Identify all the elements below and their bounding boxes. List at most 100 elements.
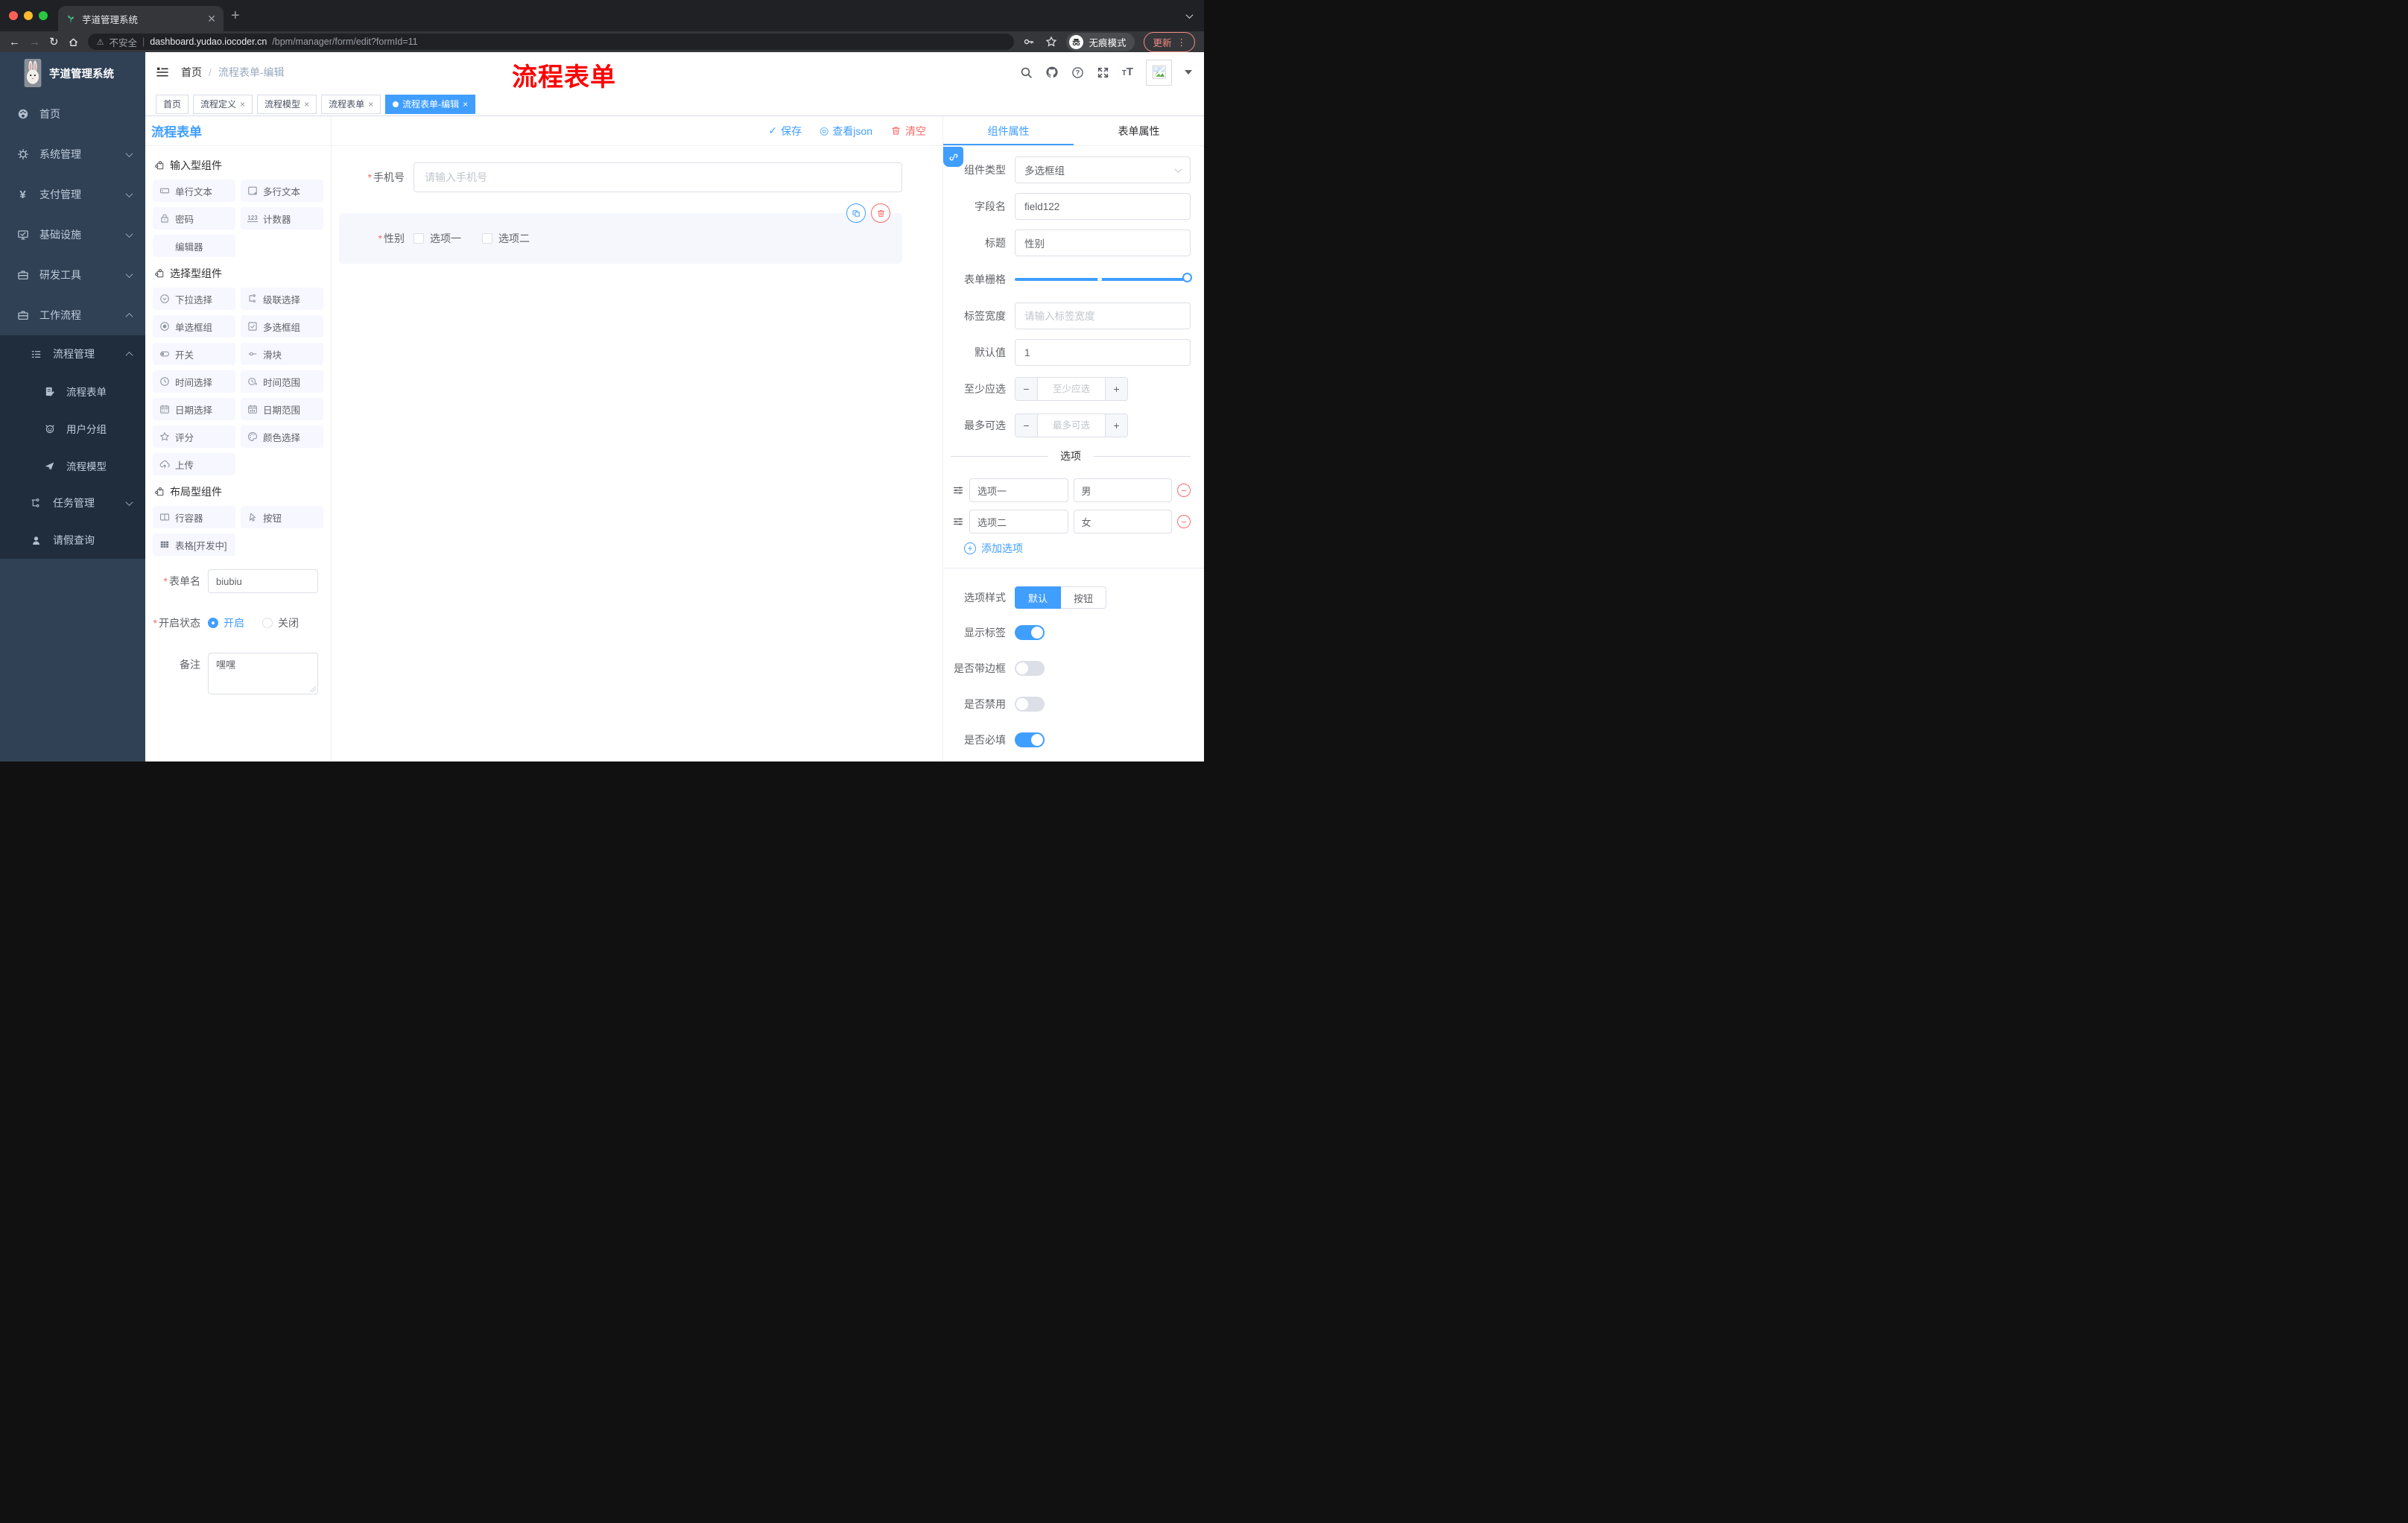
component-item-time-range[interactable]: 时间范围 bbox=[241, 370, 323, 393]
option-value-input[interactable] bbox=[1073, 510, 1172, 533]
show-label-toggle[interactable] bbox=[1015, 625, 1045, 640]
home-icon[interactable] bbox=[68, 37, 79, 48]
tab-component-props[interactable]: 组件属性 bbox=[943, 116, 1074, 146]
status-radio-off[interactable]: 关闭 bbox=[262, 615, 299, 630]
style-default-button[interactable]: 默认 bbox=[1015, 586, 1062, 609]
canvas-field-gender-selected[interactable]: * 性别 选项一 选项二 bbox=[339, 203, 902, 264]
component-item-date-range[interactable]: 日期范围 bbox=[241, 398, 323, 420]
option-name-input[interactable] bbox=[969, 478, 1068, 502]
stepper-plus-button[interactable]: + bbox=[1105, 414, 1127, 437]
component-item-rate[interactable]: 评分 bbox=[153, 425, 235, 448]
copy-field-button[interactable] bbox=[846, 203, 866, 223]
option-name-input[interactable] bbox=[969, 510, 1068, 533]
field-name-input[interactable] bbox=[1015, 193, 1191, 220]
address-bar[interactable]: ⚠ 不安全 | dashboard.yudao.iocoder.cn/bpm/m… bbox=[87, 34, 1015, 50]
bookmark-star-icon[interactable] bbox=[1045, 36, 1057, 48]
save-button[interactable]: ✓ 保存 bbox=[768, 124, 802, 139]
clear-button[interactable]: 清空 bbox=[890, 124, 926, 139]
component-item-checkbox-group[interactable]: 多选框组 bbox=[241, 315, 323, 338]
new-tab-button[interactable]: + bbox=[231, 3, 240, 28]
component-item-select[interactable]: 下拉选择 bbox=[153, 288, 235, 310]
tag-process-form-edit[interactable]: 流程表单-编辑 × bbox=[385, 94, 476, 114]
status-radio-on[interactable]: 开启 bbox=[208, 615, 244, 630]
drag-handle-icon[interactable] bbox=[952, 516, 964, 528]
drag-handle-icon[interactable] bbox=[952, 484, 964, 496]
hamburger-fold-icon[interactable] bbox=[156, 66, 169, 79]
close-tag-icon[interactable]: × bbox=[240, 99, 245, 110]
remove-option-button[interactable]: − bbox=[1177, 515, 1191, 528]
close-tag-icon[interactable]: × bbox=[304, 99, 309, 110]
tag-process-model[interactable]: 流程模型 × bbox=[257, 94, 317, 114]
title-input[interactable] bbox=[1015, 229, 1191, 256]
back-icon[interactable]: ← bbox=[9, 37, 20, 48]
close-window-button[interactable] bbox=[9, 11, 18, 20]
browser-menu-dots-icon[interactable]: ⋮ bbox=[1177, 37, 1187, 48]
tag-process-form[interactable]: 流程表单 × bbox=[321, 94, 381, 114]
tab-form-props[interactable]: 表单属性 bbox=[1074, 116, 1204, 146]
component-item-date-picker[interactable]: 日期选择 bbox=[153, 398, 235, 420]
minimize-window-button[interactable] bbox=[24, 11, 33, 20]
style-button-button[interactable]: 按钮 bbox=[1061, 586, 1107, 609]
password-key-icon[interactable] bbox=[1023, 36, 1035, 48]
sidebar-item-home[interactable]: 首页 bbox=[0, 94, 145, 134]
tag-process-definition[interactable]: 流程定义 × bbox=[193, 94, 253, 114]
help-icon[interactable]: ? bbox=[1071, 66, 1084, 79]
required-toggle[interactable] bbox=[1015, 732, 1045, 747]
resize-handle[interactable] bbox=[309, 685, 316, 692]
gender-option-1[interactable]: 选项一 bbox=[414, 231, 461, 246]
component-item-switch[interactable]: 开关 bbox=[153, 343, 235, 365]
checkbox-unchecked-icon[interactable] bbox=[414, 233, 424, 244]
sidebar-item-payment[interactable]: ¥ 支付管理 bbox=[0, 174, 145, 215]
user-avatar-broken-image[interactable] bbox=[1146, 59, 1172, 86]
label-width-input[interactable] bbox=[1015, 303, 1191, 329]
min-select-input[interactable] bbox=[1038, 378, 1105, 400]
font-size-icon[interactable]: TT bbox=[1122, 66, 1133, 79]
stepper-minus-button[interactable]: − bbox=[1016, 414, 1038, 437]
component-item-cascader[interactable]: 级联选择 bbox=[241, 288, 323, 310]
sidebar-item-leave-query[interactable]: 请假查询 bbox=[0, 522, 145, 559]
github-icon[interactable] bbox=[1045, 66, 1059, 79]
disabled-toggle[interactable] bbox=[1015, 697, 1045, 712]
component-item-multi-text[interactable]: 多行文本 bbox=[241, 180, 323, 202]
phone-input[interactable] bbox=[414, 162, 902, 192]
option-value-input[interactable] bbox=[1073, 478, 1172, 502]
sidebar-item-infra[interactable]: 基础设施 bbox=[0, 215, 145, 255]
delete-field-button[interactable] bbox=[871, 203, 890, 223]
component-item-row-container[interactable]: 行容器 bbox=[153, 506, 235, 528]
tag-home[interactable]: 首页 bbox=[156, 94, 189, 114]
component-item-editor[interactable]: 编辑器 bbox=[153, 235, 235, 257]
sidebar-item-process-manage[interactable]: 流程管理 bbox=[0, 335, 145, 373]
component-item-single-text[interactable]: 单行文本 bbox=[153, 180, 235, 202]
stepper-minus-button[interactable]: − bbox=[1016, 378, 1038, 400]
component-item-counter[interactable]: 123 计数器 bbox=[241, 207, 323, 229]
component-item-password[interactable]: 密码 bbox=[153, 207, 235, 229]
close-tag-icon[interactable]: × bbox=[368, 99, 373, 110]
breadcrumb-home[interactable]: 首页 bbox=[181, 65, 202, 80]
view-json-button[interactable]: ◎ 查看json bbox=[820, 124, 872, 139]
link-toggle-tab[interactable] bbox=[943, 147, 963, 167]
form-name-input[interactable] bbox=[208, 569, 318, 593]
component-item-button[interactable]: 按钮 bbox=[241, 506, 323, 528]
browser-tab[interactable]: 芋道管理系统 ✕ bbox=[58, 6, 224, 31]
search-icon[interactable] bbox=[1020, 66, 1033, 79]
add-option-button[interactable]: + 添加选项 bbox=[951, 541, 1191, 556]
forward-icon[interactable]: → bbox=[29, 37, 40, 48]
component-item-radio-group[interactable]: 单选框组 bbox=[153, 315, 235, 338]
reload-icon[interactable]: ↻ bbox=[49, 37, 59, 48]
default-value-input[interactable] bbox=[1015, 339, 1191, 366]
border-toggle[interactable] bbox=[1015, 661, 1045, 676]
form-grid-slider[interactable] bbox=[1015, 266, 1192, 293]
component-item-table[interactable]: 表格[开发中] bbox=[153, 533, 235, 556]
close-tag-icon[interactable]: × bbox=[463, 99, 468, 110]
close-tab-icon[interactable]: ✕ bbox=[207, 13, 216, 25]
maximize-window-button[interactable] bbox=[39, 11, 48, 20]
stepper-plus-button[interactable]: + bbox=[1105, 378, 1127, 400]
fullscreen-icon[interactable] bbox=[1097, 66, 1109, 79]
sidebar-item-devtools[interactable]: 研发工具 bbox=[0, 255, 145, 295]
component-item-slider[interactable]: 滑块 bbox=[241, 343, 323, 365]
slider-handle[interactable] bbox=[1182, 273, 1192, 282]
sidebar-item-process-model[interactable]: 流程模型 bbox=[0, 447, 145, 484]
form-remark-textarea[interactable]: 嘿嘿 bbox=[208, 653, 318, 694]
canvas-field-phone[interactable]: * 手机号 bbox=[339, 162, 902, 192]
browser-update-button[interactable]: 更新 ⋮ bbox=[1144, 31, 1195, 52]
